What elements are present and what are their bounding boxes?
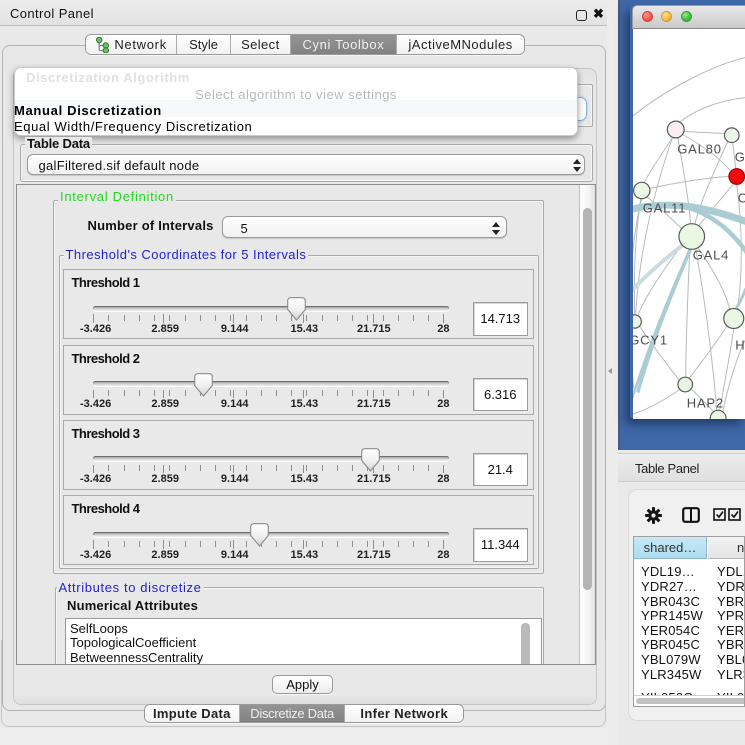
svg-text:GA: GA: [734, 149, 745, 164]
svg-text:GAL80: GAL80: [677, 141, 721, 156]
svg-text:GAL4: GAL4: [692, 247, 728, 262]
svg-text:GAL11: GAL11: [642, 200, 686, 215]
svg-text:GCY1: GCY1: [633, 332, 668, 347]
svg-text:CD: CD: [737, 190, 745, 205]
svg-text:HAP2: HAP2: [686, 395, 723, 410]
svg-text:H: H: [735, 337, 745, 352]
